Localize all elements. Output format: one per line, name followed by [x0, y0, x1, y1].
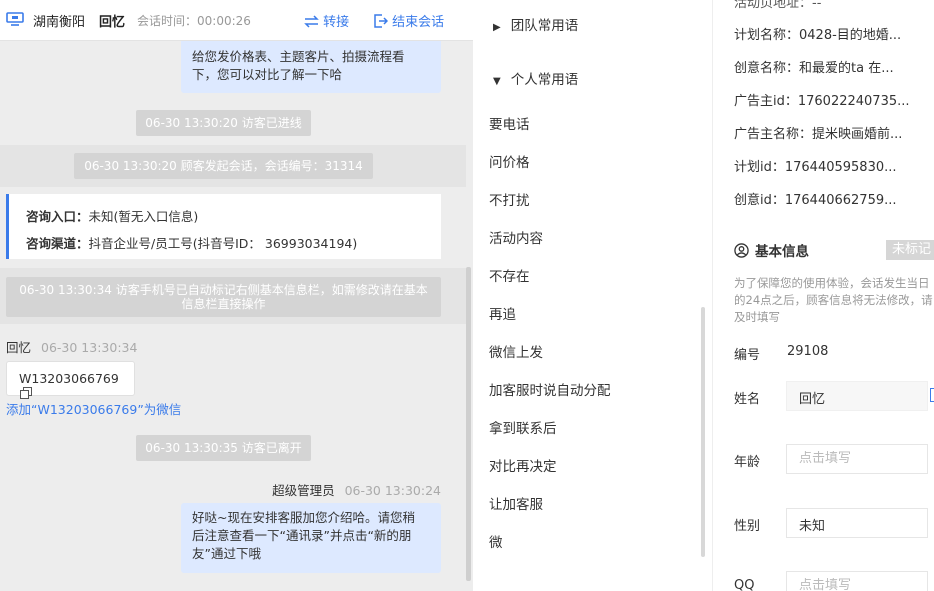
- caret-down-icon: ▼: [493, 76, 501, 87]
- phrase-item[interactable]: 要电话: [489, 113, 530, 133]
- inquiry-entry-value: 未知(暂无入口信息): [88, 209, 199, 224]
- inquiry-channel-value: 抖音企业号/员工号(抖音号ID： 36993034194): [88, 236, 358, 251]
- edit-icon[interactable]: [930, 388, 934, 402]
- qq-field[interactable]: [786, 571, 928, 591]
- notice-line: 为了保障您的使用体验，会话发生当日: [734, 276, 930, 290]
- message-line: 给您发价格表、主题客片、拍摄流程看: [192, 49, 405, 64]
- inquiry-entry-label: 咨询入口：: [26, 209, 89, 224]
- advertiser-name: 广告主名称：提米映画婚前...: [734, 127, 903, 142]
- message-line: 下，您可以对比了解一下哈: [192, 67, 343, 82]
- team-phrases-label: 团队常用语: [510, 18, 579, 34]
- phrase-item[interactable]: 不打扰: [489, 189, 530, 209]
- age-input[interactable]: [799, 451, 909, 466]
- phrase-item[interactable]: 活动内容: [489, 227, 543, 247]
- visitor-region: 湖南衡阳: [33, 15, 86, 30]
- inquiry-channel-row: 咨询渠道：抖音企业号/员工号(抖音号ID： 36993034194): [26, 233, 357, 252]
- session-time: 会话时间：00:00:26: [137, 14, 251, 28]
- message-line: 后注意查看一下“通讯录”并点击“新的朋: [192, 528, 412, 543]
- phrase-item[interactable]: 再追: [489, 303, 516, 323]
- monitor-icon: [6, 12, 24, 26]
- transfer-label: 转接: [323, 15, 350, 30]
- visitor-name: 回忆: [99, 15, 126, 30]
- advertiser-id: 广告主id：176022240735...: [734, 94, 910, 109]
- transfer-button[interactable]: 转接: [304, 11, 349, 30]
- visitor-meta-time: 06-30 13:30:34: [41, 340, 138, 355]
- add-wechat-link[interactable]: 添加“W13203066769”为微信: [6, 399, 181, 418]
- gender-select[interactable]: 未知: [786, 508, 928, 538]
- inquiry-channel-label: 咨询渠道：: [26, 236, 89, 251]
- creative-id: 创意id：176440662759...: [734, 193, 897, 208]
- copy-icon[interactable]: [20, 387, 32, 399]
- phrases-scrollbar[interactable]: [701, 307, 705, 557]
- qq-label: QQ: [734, 578, 755, 591]
- end-session-label: 结束会话: [392, 15, 445, 30]
- message-line: 友”通过下哦: [192, 546, 261, 561]
- system-message: 06-30 13:30:34 访客手机号已自动标记右侧基本信息栏，如需修改请在基…: [6, 277, 441, 317]
- visitor-meta: 回忆 06-30 13:30:34: [6, 337, 137, 356]
- notice-line: 及时填写: [734, 310, 780, 324]
- wechat-id-text: W13203066769: [19, 371, 119, 386]
- user-circle-icon: [734, 243, 749, 258]
- plan-id: 计划id：176440595830...: [734, 160, 897, 175]
- phrase-item[interactable]: 微: [489, 531, 503, 551]
- caret-right-icon: ▶: [493, 22, 501, 33]
- phrase-item[interactable]: 拿到联系后: [489, 417, 557, 437]
- basic-info-title: 基本信息: [734, 240, 809, 260]
- system-message: 06-30 13:30:20 访客已进线: [136, 110, 311, 136]
- edit-notice: 为了保障您的使用体验，会话发生当日 的24点之后，顾客信息将无法修改，请 及时填…: [734, 275, 934, 326]
- info-panel: 活动页地址：-- 计划名称：0428-目的地婚... 创意名称：和最爱的ta 在…: [712, 0, 934, 591]
- name-value: 回忆: [799, 392, 826, 407]
- end-session-button[interactable]: 结束会话: [374, 11, 444, 30]
- age-label: 年龄: [734, 455, 761, 470]
- wechat-id-message: W13203066769: [6, 361, 135, 399]
- exit-icon: [374, 14, 389, 28]
- system-message: 06-30 13:30:35 访客已离开: [136, 435, 311, 461]
- phrase-item[interactable]: 加客服时说自动分配: [489, 379, 611, 399]
- inquiry-info-card: 咨询入口：未知(暂无入口信息) 咨询渠道：抖音企业号/员工号(抖音号ID： 36…: [6, 194, 441, 259]
- chat-panel: 湖南衡阳 回忆 会话时间：00:00:26 转接 结束会话 给您发价格表、主题客…: [0, 0, 473, 591]
- age-field[interactable]: [786, 444, 928, 474]
- team-phrases-group[interactable]: ▶ 团队常用语: [493, 14, 578, 34]
- message-line: 好哒~现在安排客服加您介绍哈。请您稍: [192, 510, 415, 525]
- agent-meta: 超级管理员 06-30 13:30:24: [272, 480, 441, 499]
- phrase-item[interactable]: 不存在: [489, 265, 530, 285]
- notice-line: 的24点之后，顾客信息将无法修改，请: [734, 293, 933, 307]
- name-label: 姓名: [734, 392, 761, 407]
- chat-header: 湖南衡阳 回忆 会话时间：00:00:26 转接 结束会话: [0, 0, 473, 41]
- creative-name: 创意名称：和最爱的ta 在...: [734, 61, 894, 76]
- phrase-item[interactable]: 问价格: [489, 151, 530, 171]
- personal-phrases-group[interactable]: ▼ 个人常用语: [493, 68, 578, 88]
- gender-value: 未知: [799, 519, 826, 534]
- agent-time: 06-30 13:30:24: [344, 483, 441, 498]
- id-value: 29108: [787, 344, 829, 359]
- qq-input[interactable]: [799, 578, 909, 591]
- phrase-item[interactable]: 对比再决定: [489, 455, 557, 475]
- visitor-meta-name: 回忆: [6, 340, 32, 355]
- system-message: 06-30 13:30:20 顾客发起会话，会话编号：31314: [74, 153, 373, 179]
- name-field[interactable]: 回忆: [786, 381, 928, 411]
- chat-scrollbar[interactable]: [466, 267, 471, 581]
- inquiry-entry-row: 咨询入口：未知(暂无入口信息): [26, 206, 198, 225]
- basic-info-label: 基本信息: [755, 244, 809, 260]
- agent-message-bubble: 好哒~现在安排客服加您介绍哈。请您稍 后注意查看一下“通讯录”并点击“新的朋 友…: [181, 503, 441, 573]
- plan-name: 计划名称：0428-目的地婚...: [734, 28, 902, 43]
- phrase-item[interactable]: 让加客服: [489, 493, 543, 513]
- id-label: 编号: [734, 348, 761, 363]
- phrase-item[interactable]: 微信上发: [489, 341, 543, 361]
- landing-address: 活动页地址：--: [734, 0, 822, 11]
- gender-label: 性别: [734, 519, 761, 534]
- agent-name: 超级管理员: [272, 483, 335, 498]
- phrases-panel: ▶ 团队常用语 ▼ 个人常用语 要电话 问价格 不打扰 活动内容 不存在 再追 微信…: [473, 0, 712, 591]
- personal-phrases-label: 个人常用语: [510, 72, 579, 88]
- unmarked-badge: 未标记: [886, 240, 934, 260]
- transfer-icon: [304, 15, 319, 28]
